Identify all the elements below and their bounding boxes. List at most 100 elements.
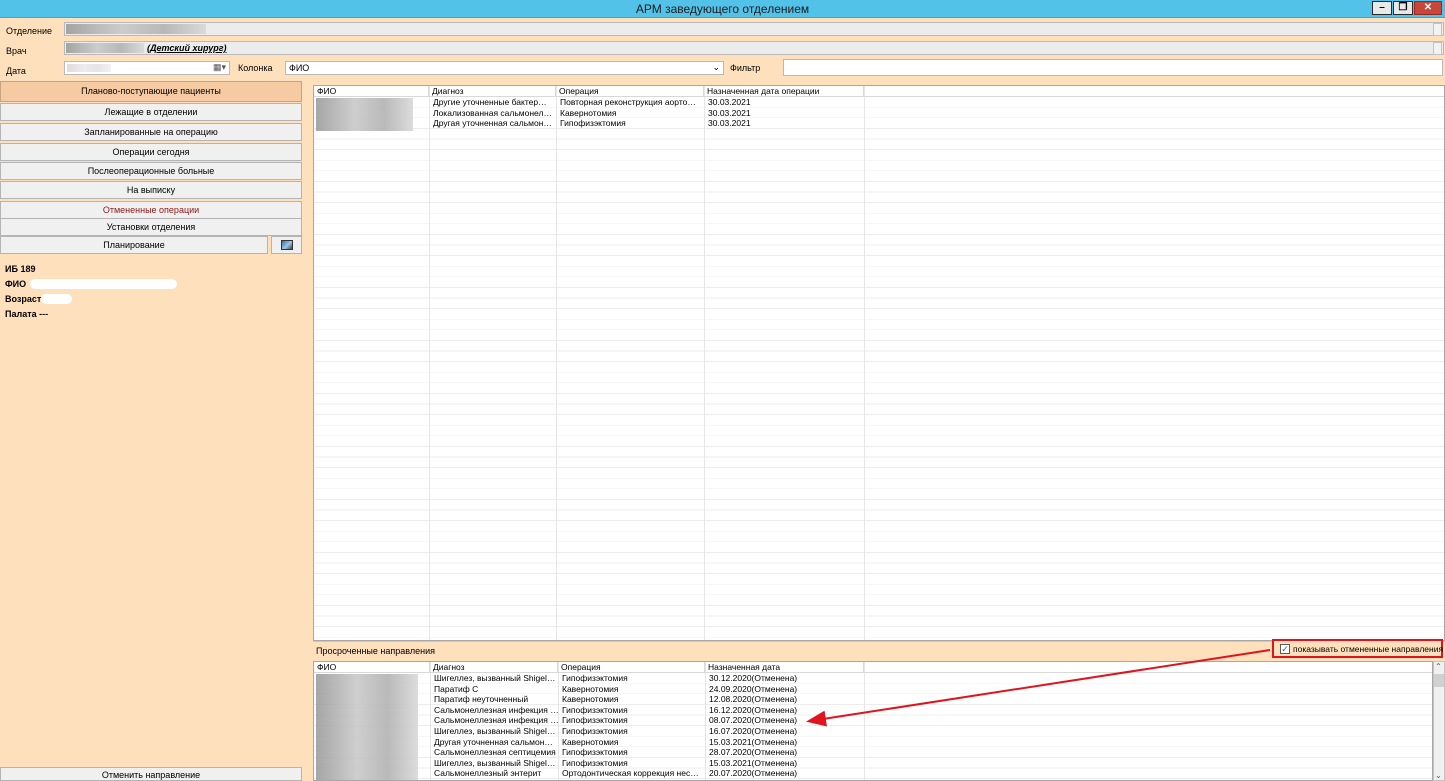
table-cell-operation: Кавернотомия [562, 683, 619, 694]
table-cell-operation: Гипофизэктомия [562, 704, 628, 715]
doctor-dropdown-icon[interactable] [1433, 42, 1442, 55]
window-titlebar: АРМ заведующего отделением – ❐ ✕ [0, 0, 1445, 18]
table-cell-date: 30.03.2021 [708, 107, 751, 118]
table-cell-diagnosis: Сальмонеллезный энтерит [434, 768, 542, 779]
table-cell-operation: Гипофизэктомия [562, 726, 628, 736]
column-header[interactable]: Операция [558, 662, 705, 673]
main-col-divider [429, 86, 430, 640]
planning-button[interactable]: Планирование [0, 236, 268, 254]
column-header[interactable]: ФИО [314, 662, 430, 673]
nav-item[interactable]: Планово-поступающие пациенты [0, 81, 302, 102]
filter-input[interactable] [783, 59, 1443, 76]
department-value-redacted [66, 24, 206, 34]
scroll-thumb[interactable] [1434, 674, 1444, 687]
chevron-down-icon[interactable]: ⌄ [712, 62, 720, 73]
table-row[interactable]: Другая уточненная сальмон… Кавернотомия 15… [314, 737, 1432, 748]
column-header[interactable]: Диагноз [429, 86, 556, 97]
overdue-scrollbar[interactable]: ⌃ ⌄ [1433, 661, 1445, 781]
table-row[interactable]: Шигеллез, вызванный Shigel… Гипофизэктоми… [314, 673, 1432, 684]
main-patients-table[interactable]: ФИО Диагноз Операция Назначенная дата опера… [313, 85, 1445, 641]
overdue-table-header: ФИО Диагноз Операция Назначенная дата [314, 662, 1432, 673]
show-cancelled-label: показывать отмененные направления [1293, 644, 1444, 654]
nav-item[interactable]: Запланированные на операцию [0, 123, 302, 141]
calendar-edit-icon [281, 240, 293, 250]
main-col-divider [704, 86, 705, 640]
minimize-button[interactable]: – [1372, 1, 1392, 15]
table-cell-diagnosis: Другая уточненная сальмон… [433, 118, 552, 129]
nav-item[interactable]: Лежащие в отделении [0, 103, 302, 121]
department-dropdown-icon[interactable] [1433, 23, 1442, 36]
table-cell-diagnosis: Другие уточненные бактер… [433, 97, 547, 107]
nav-item[interactable]: Послеоперационные больные [0, 162, 302, 180]
table-row[interactable]: Другая уточненная сальмон… Гипофизэктомия… [314, 118, 1444, 129]
close-button[interactable]: ✕ [1414, 1, 1442, 15]
table-cell-operation: Гипофизэктомия [562, 673, 628, 683]
table-row[interactable]: Шигеллез, вызванный Shigel… Гипофизэктоми… [314, 726, 1432, 737]
table-cell-date: 30.12.2020(Отменена) [709, 673, 798, 683]
date-value-redacted [67, 64, 111, 72]
table-row[interactable]: Паратиф неуточненный Кавернотомия 12.08.20… [314, 694, 1432, 705]
nav-item[interactable]: Операции сегодня [0, 143, 302, 161]
cancel-referral-button[interactable]: Отменить направление [0, 767, 302, 781]
column-header[interactable]: ФИО [314, 86, 429, 97]
table-cell-date: 28.07.2020(Отменена) [709, 747, 798, 758]
table-row[interactable]: Локализованная сальмонел… Кавернотомия 30.… [314, 108, 1444, 119]
overdue-table[interactable]: ФИО Диагноз Операция Назначенная дата Шигел… [313, 661, 1433, 781]
patient-fio-label: ФИО [5, 279, 27, 289]
table-cell-diagnosis: Сальмонеллезная инфекция … [434, 715, 558, 726]
table-cell-date: 30.03.2021 [708, 97, 751, 107]
table-cell-operation: Кавернотомия [562, 694, 619, 705]
table-cell-date: 08.07.2020(Отменена) [709, 715, 798, 726]
nav-item[interactable]: Отмененные операции [0, 201, 302, 219]
table-cell-diagnosis: Локализованная сальмонел… [433, 107, 552, 118]
restore-button[interactable]: ❐ [1393, 1, 1413, 15]
scroll-down-icon[interactable]: ⌄ [1435, 771, 1442, 780]
column-header[interactable]: Диагноз [430, 662, 558, 673]
main-fio-redacted [316, 98, 413, 131]
window-title: АРМ заведующего отделением [635, 2, 810, 16]
planning-calendar-button[interactable] [271, 236, 302, 254]
table-row[interactable]: Другие уточненные бактер… Повторная рекон… [314, 97, 1444, 108]
column-select[interactable]: ФИО ⌄ [285, 61, 724, 75]
table-cell-date: 15.03.2021(Отменена) [709, 757, 798, 768]
overdue-section-title: Просроченные направления [316, 646, 435, 656]
doctor-specialty: (Детский хирург) [147, 43, 227, 53]
patient-age-label: Возраст [5, 294, 42, 304]
table-cell-diagnosis: Шигеллез, вызванный Shigel… [434, 726, 556, 736]
table-cell-operation: Кавернотомия [560, 107, 617, 118]
table-row[interactable]: Сальмонеллезная септицемия Гипофизэктомия… [314, 747, 1432, 758]
table-row[interactable]: Сальмонеллезный энтерит Ортодонтическая к… [314, 768, 1432, 779]
table-row[interactable]: Паратиф C Кавернотомия 24.09.2020(Отменена… [314, 684, 1432, 695]
table-cell-date: 24.09.2020(Отменена) [709, 683, 798, 694]
checkbox-checked-icon[interactable]: ✓ [1280, 644, 1290, 654]
department-field[interactable] [64, 22, 1444, 36]
table-cell-diagnosis: Шигеллез, вызванный Shigel… [434, 757, 556, 768]
column-header[interactable]: Назначенная дата [705, 662, 864, 673]
table-cell-diagnosis: Шигеллез, вызванный Shigel… [434, 673, 556, 683]
table-cell-date: 20.07.2020(Отменена) [709, 768, 798, 779]
table-cell-diagnosis: Паратиф C [434, 683, 479, 694]
show-cancelled-checkbox[interactable]: ✓ показывать отмененные направления [1272, 639, 1443, 658]
table-cell-operation: Гипофизэктомия [562, 757, 628, 768]
table-row[interactable]: Сальмонеллезная инфекция … Гипофизэктомия… [314, 705, 1432, 716]
calendar-icon[interactable]: ▦▾ [213, 62, 226, 73]
column-header[interactable]: Назначенная дата операции [704, 86, 864, 97]
filter-label: Фильтр [730, 63, 761, 73]
scroll-up-icon[interactable]: ⌃ [1435, 662, 1442, 671]
table-cell-operation: Гипофизэктомия [560, 118, 626, 129]
column-header[interactable]: Операция [556, 86, 704, 97]
table-row[interactable]: Сальмонеллезная инфекция … Гипофизэктомия… [314, 715, 1432, 726]
table-cell-operation: Кавернотомия [562, 736, 619, 747]
doctor-label: Врач [6, 46, 27, 56]
table-row[interactable]: Шигеллез, вызванный Shigel… Гипофизэктоми… [314, 758, 1432, 769]
date-picker[interactable]: ▦▾ [64, 61, 230, 75]
table-cell-date: 15.03.2021(Отменена) [709, 736, 798, 747]
table-cell-operation: Повторная реконструкция аорто… [560, 97, 696, 107]
table-cell-date: 12.08.2020(Отменена) [709, 694, 798, 705]
table-cell-diagnosis: Паратиф неуточненный [434, 694, 529, 705]
column-label: Колонка [238, 63, 273, 73]
doctor-field[interactable]: (Детский хирург) [64, 41, 1444, 55]
nav-item[interactable]: Установки отделения [0, 218, 302, 236]
nav-item[interactable]: На выписку [0, 181, 302, 199]
table-cell-date: 16.07.2020(Отменена) [709, 726, 798, 736]
